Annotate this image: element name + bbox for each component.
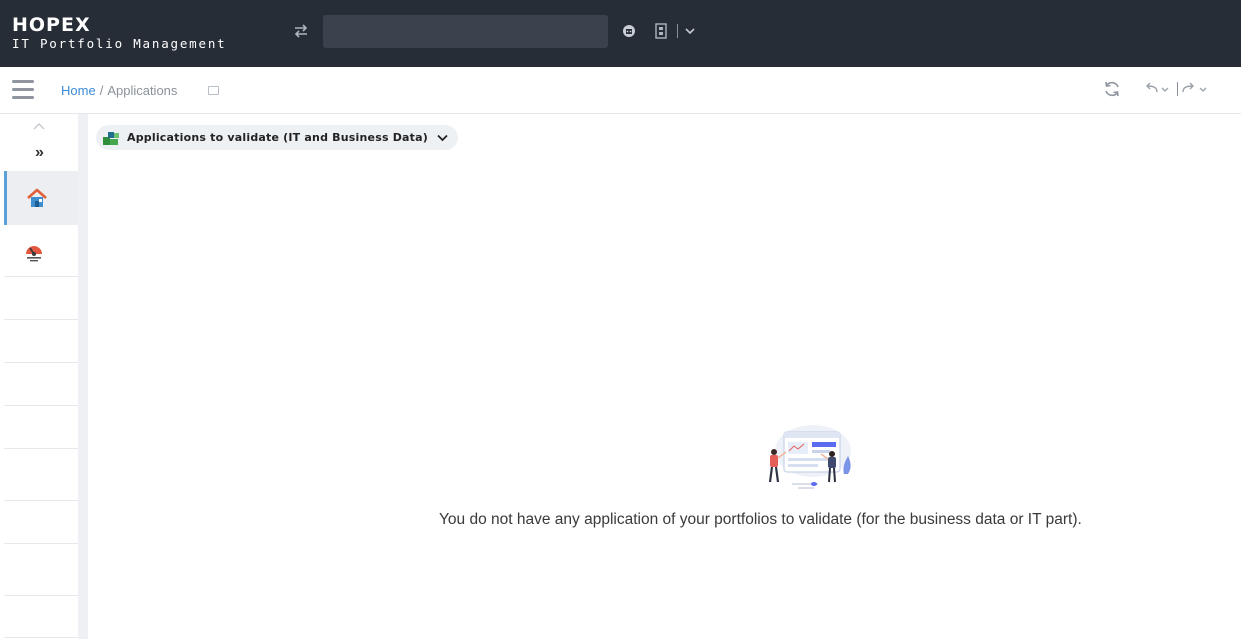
breadcrumb: Home / Applications xyxy=(61,83,177,98)
document-icon[interactable] xyxy=(655,23,667,39)
redo-icon[interactable] xyxy=(1181,82,1211,96)
global-search-input[interactable] xyxy=(323,15,608,48)
applications-cubes-icon xyxy=(103,131,119,145)
undo-icon[interactable] xyxy=(1143,82,1173,96)
rail-item-home[interactable] xyxy=(4,171,78,225)
rail-divider xyxy=(4,637,78,638)
expand-rail-icon[interactable]: » xyxy=(35,144,44,162)
rail-item-dashboard[interactable] xyxy=(4,225,78,279)
assistant-icon[interactable] xyxy=(622,23,636,39)
rail-divider xyxy=(4,319,78,320)
left-nav-rail: » xyxy=(0,114,88,639)
breadcrumb-separator: / xyxy=(99,83,104,98)
chevron-down-icon xyxy=(437,134,448,141)
switch-desktop-icon[interactable] xyxy=(293,23,309,39)
rail-border xyxy=(78,114,88,639)
refresh-icon[interactable] xyxy=(1103,80,1121,98)
rail-divider xyxy=(4,448,78,449)
rail-divider xyxy=(4,362,78,363)
toolbar-divider xyxy=(677,24,678,38)
top-header: HOPEX IT Portfolio Management xyxy=(0,0,1241,67)
rail-divider xyxy=(4,595,78,596)
empty-state-message: You do not have any application of your … xyxy=(439,511,1082,528)
view-selector-label: Applications to validate (IT and Busines… xyxy=(127,131,428,144)
rail-divider xyxy=(4,500,78,501)
chevron-up-icon[interactable] xyxy=(33,122,45,130)
home-icon xyxy=(27,188,47,207)
breadcrumb-home-link[interactable]: Home xyxy=(61,83,96,98)
breadcrumb-current: Applications xyxy=(107,83,178,98)
dashboard-gauge-icon xyxy=(26,246,42,262)
menu-hamburger-icon[interactable] xyxy=(12,80,34,99)
history-divider xyxy=(1177,82,1178,96)
rail-divider xyxy=(4,276,78,277)
logo-text: HOPEX xyxy=(12,14,91,36)
window-icon[interactable] xyxy=(208,86,219,95)
breadcrumb-bar: Home / Applications xyxy=(0,67,1241,114)
empty-state-illustration xyxy=(768,425,851,489)
app-logo[interactable]: HOPEX IT Portfolio Management xyxy=(12,15,227,51)
rail-divider xyxy=(4,405,78,406)
rail-divider xyxy=(4,543,78,544)
chevron-down-icon[interactable] xyxy=(685,27,695,35)
view-selector-dropdown[interactable]: Applications to validate (IT and Busines… xyxy=(96,125,458,150)
product-name: IT Portfolio Management xyxy=(12,36,227,51)
